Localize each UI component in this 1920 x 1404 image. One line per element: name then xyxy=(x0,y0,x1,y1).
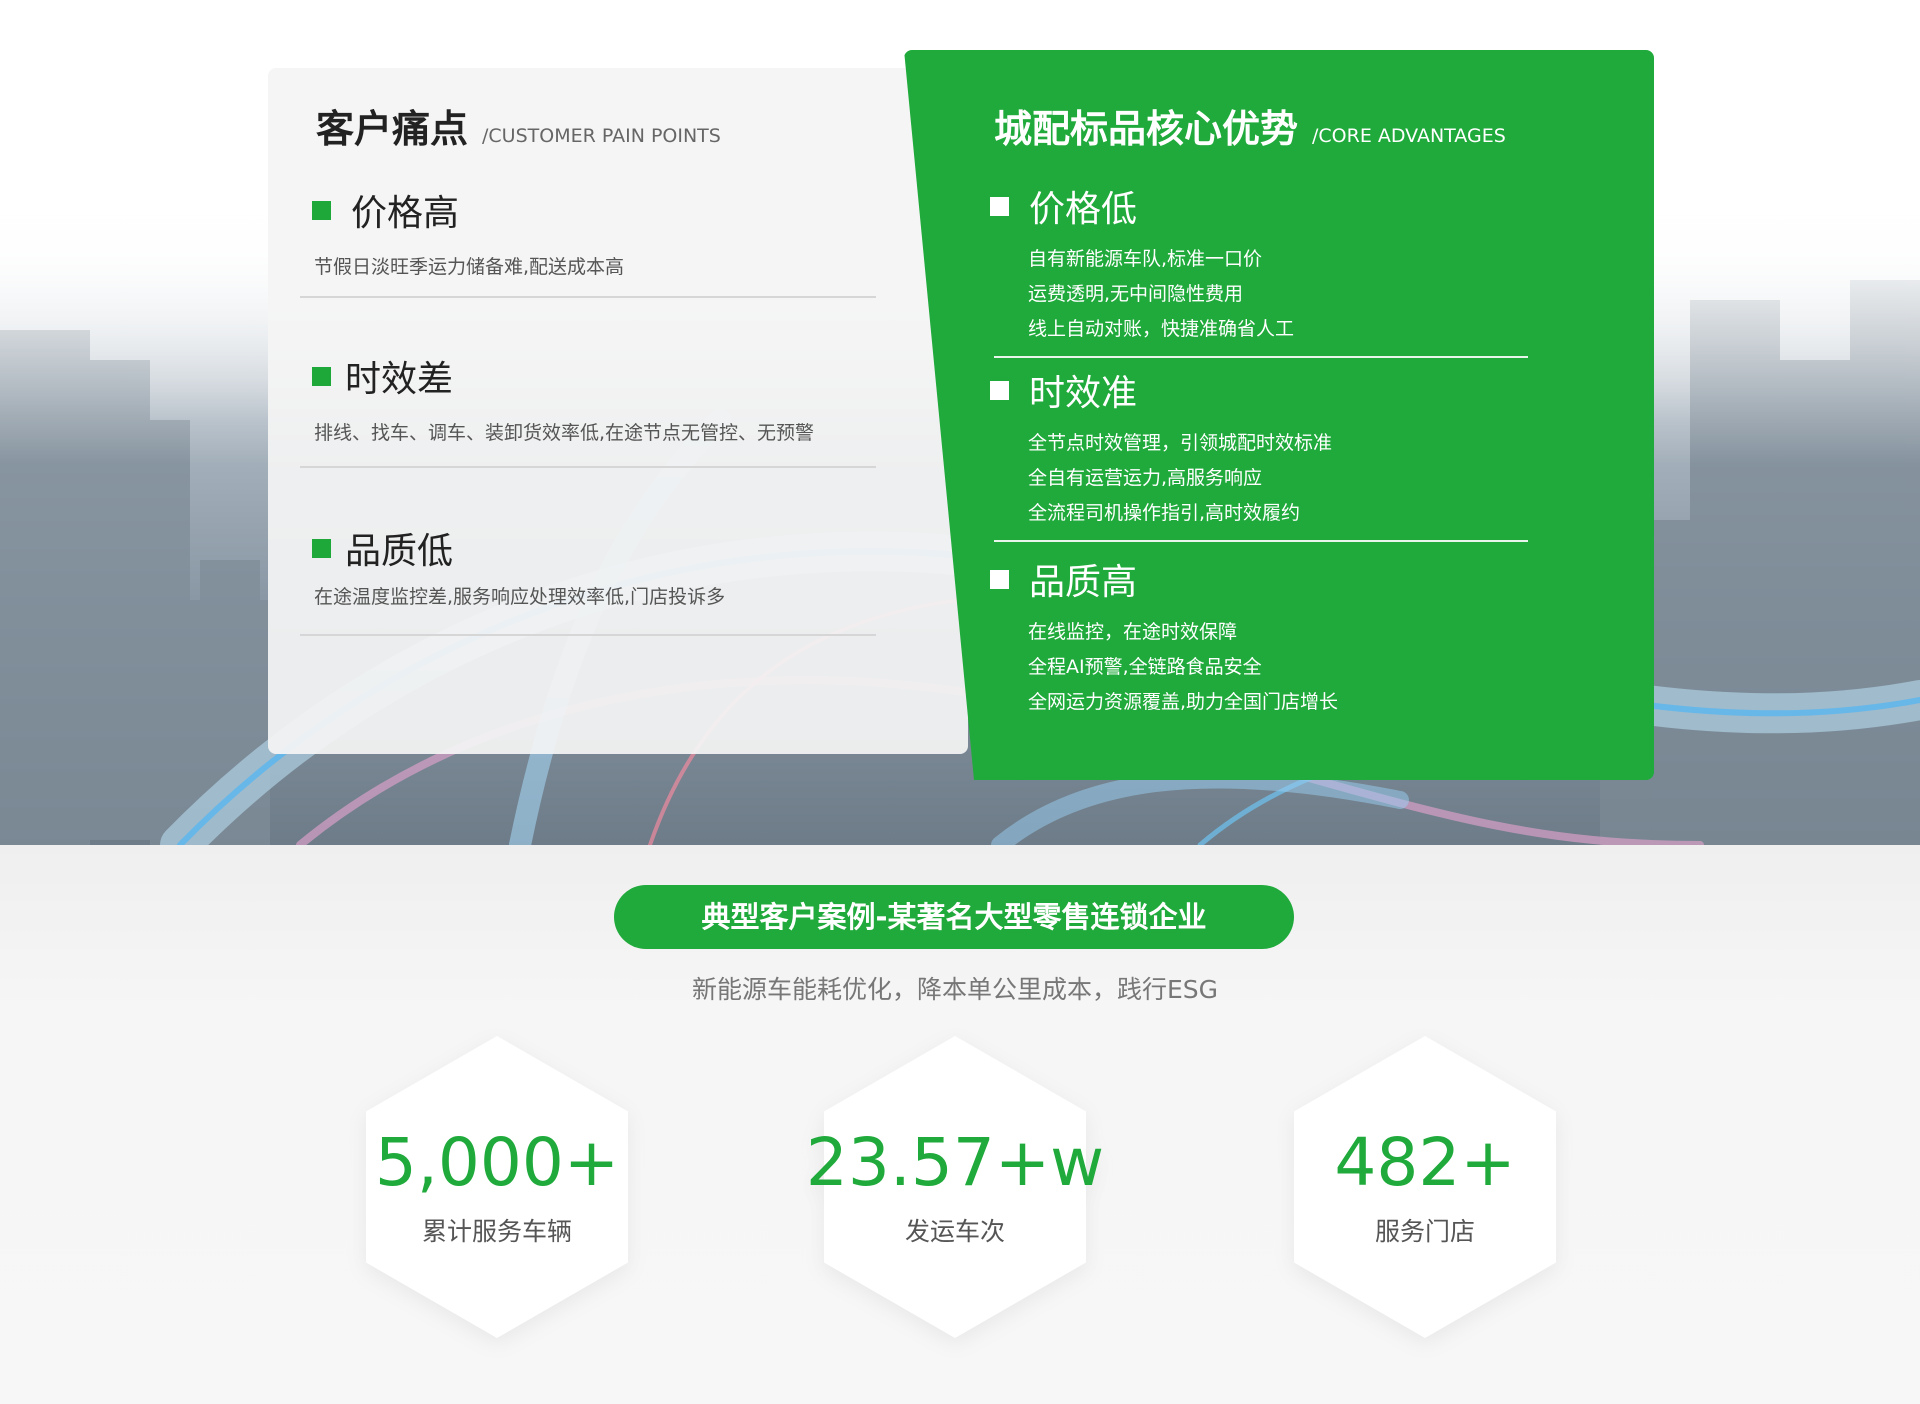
pain-points-title: 客户痛点 /CUSTOMER PAIN POINTS xyxy=(316,98,721,153)
advantage-label: 时效准 xyxy=(1029,373,1138,414)
green-square-icon xyxy=(312,366,331,386)
pain-item-label: 时效差 xyxy=(345,359,454,400)
stat-value: 5,000+ xyxy=(374,1124,620,1201)
pain-title-zh: 客户痛点 xyxy=(316,107,469,151)
stat-label: 发运车次 xyxy=(904,1217,1005,1246)
stat-value: 23.57+w xyxy=(805,1124,1105,1201)
advantage-line: 全网运力资源覆盖,助力全国门店增长 xyxy=(1028,691,1339,713)
pain-item-label: 品质低 xyxy=(345,531,454,572)
advantage-label: 品质高 xyxy=(1029,562,1138,603)
advantage-lines: 在线监控，在途时效保障 全程AI预警,全链路食品安全 全网运力资源覆盖,助力全国… xyxy=(1028,615,1530,720)
pain-item: 品质低 在途温度监控差,服务响应处理效率低,门店投诉多 xyxy=(300,522,888,636)
green-square-icon xyxy=(312,538,331,558)
green-square-icon xyxy=(312,200,331,220)
advantage-label: 价格低 xyxy=(1029,189,1138,230)
pain-item: 时效差 排线、找车、调车、装卸货效率低,在途节点无管控、无预警 xyxy=(300,350,888,468)
pain-item-label: 价格高 xyxy=(351,193,460,234)
advantage-line: 运费透明,无中间隐性费用 xyxy=(1028,283,1244,305)
pain-item-desc: 在途温度监控差,服务响应处理效率低,门店投诉多 xyxy=(314,586,726,608)
white-square-icon xyxy=(990,196,1009,216)
pain-item-desc: 排线、找车、调车、装卸货效率低,在途节点无管控、无预警 xyxy=(314,422,815,444)
pain-title-en: /CUSTOMER PAIN POINTS xyxy=(482,125,721,147)
advantage-item: 品质高 在线监控，在途时效保障 全程AI预警,全链路食品安全 全网运力资源覆盖,… xyxy=(990,553,1530,720)
divider xyxy=(994,540,1528,542)
advantage-item: 时效准 全节点时效管理，引领城配时效标准 全自有运营运力,高服务响应 全流程司机… xyxy=(990,364,1530,531)
stat-value: 482+ xyxy=(1334,1124,1516,1201)
stat-hexagon: 482+ 服务门店 xyxy=(1294,1036,1556,1338)
advantage-line: 全流程司机操作指引,高时效履约 xyxy=(1028,502,1301,524)
stat-hexagon: 23.57+w 发运车次 xyxy=(806,1036,1104,1338)
advantage-line: 全节点时效管理，引领城配时效标准 xyxy=(1028,432,1333,454)
case-title-pill: 典型客户案例-某著名大型零售连锁企业 xyxy=(614,885,1294,949)
advantages-title-en: /CORE ADVANTAGES xyxy=(1312,125,1506,147)
advantages-title: 城配标品核心优势 /CORE ADVANTAGES xyxy=(994,98,1506,153)
stat-label: 累计服务车辆 xyxy=(421,1217,572,1246)
divider xyxy=(300,634,876,636)
stat-label: 服务门店 xyxy=(1374,1217,1475,1246)
core-advantages-card: 城配标品核心优势 /CORE ADVANTAGES 价格低 自有新能源车队,标准… xyxy=(904,50,1654,780)
pain-item-desc: 节假日淡旺季运力储备难,配送成本高 xyxy=(314,256,625,278)
advantages-title-zh: 城配标品核心优势 xyxy=(994,107,1299,151)
advantage-line: 在线监控，在途时效保障 xyxy=(1028,621,1238,643)
advantage-line: 全自有运营运力,高服务响应 xyxy=(1028,467,1263,489)
white-square-icon xyxy=(990,569,1009,589)
divider xyxy=(300,466,876,468)
white-square-icon xyxy=(990,380,1009,400)
pain-points-card: 客户痛点 /CUSTOMER PAIN POINTS 价格高 节假日淡旺季运力储… xyxy=(268,68,968,754)
case-subtitle: 新能源车能耗优化，降本单公里成本，践行ESG xyxy=(691,975,1219,1004)
pain-item: 价格高 节假日淡旺季运力储备难,配送成本高 xyxy=(300,184,888,298)
advantage-line: 自有新能源车队,标准一口价 xyxy=(1028,248,1263,270)
advantage-lines: 全节点时效管理，引领城配时效标准 全自有运营运力,高服务响应 全流程司机操作指引… xyxy=(1028,426,1530,531)
stat-hexagon: 5,000+ 累计服务车辆 xyxy=(366,1036,628,1338)
advantage-line: 线上自动对账，快捷准确省人工 xyxy=(1028,318,1295,340)
divider xyxy=(994,356,1528,358)
advantage-item: 价格低 自有新能源车队,标准一口价 运费透明,无中间隐性费用 线上自动对账，快捷… xyxy=(990,180,1530,347)
divider xyxy=(300,296,876,298)
advantage-line: 全程AI预警,全链路食品安全 xyxy=(1028,656,1262,678)
advantage-lines: 自有新能源车队,标准一口价 运费透明,无中间隐性费用 线上自动对账，快捷准确省人… xyxy=(1028,242,1530,347)
